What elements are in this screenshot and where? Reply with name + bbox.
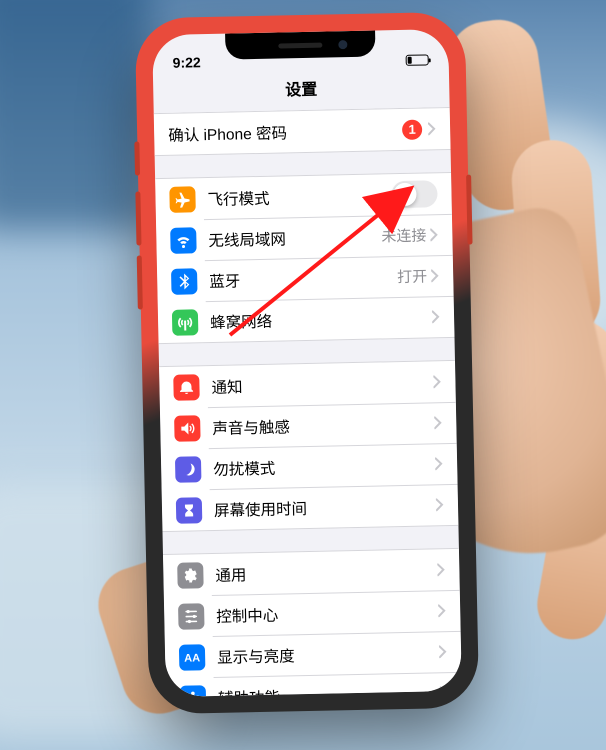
chevron-right-icon: [436, 496, 444, 514]
chevron-right-icon: [432, 308, 440, 326]
chevron-right-icon: [434, 414, 442, 432]
notch: [225, 31, 376, 60]
chevron-right-icon: [431, 267, 439, 285]
row-dnd[interactable]: 勿扰模式: [161, 443, 458, 490]
row-sounds[interactable]: 声音与触感: [160, 402, 457, 449]
row-notifications[interactable]: 通知: [159, 361, 456, 408]
label-display: 显示与亮度: [217, 641, 439, 668]
label-sounds: 声音与触感: [212, 412, 434, 439]
bell-icon: [173, 374, 200, 401]
value-bluetooth: 打开: [397, 265, 427, 287]
row-screentime[interactable]: 屏幕使用时间: [162, 484, 459, 531]
label-airplane: 飞行模式: [207, 184, 391, 210]
label-general: 通用: [215, 559, 437, 586]
label-bluetooth: 蓝牙: [209, 266, 397, 292]
chevron-right-icon: [428, 120, 436, 138]
badge-passcode: 1: [402, 119, 422, 139]
chevron-right-icon: [430, 226, 438, 244]
gear-icon: [177, 562, 204, 589]
airplane-switch[interactable]: [391, 180, 438, 208]
row-cellular[interactable]: 蜂窝网络: [158, 296, 455, 343]
chevron-right-icon: [433, 373, 441, 391]
row-display[interactable]: AA 显示与亮度: [165, 631, 462, 678]
label-wifi: 无线局域网: [208, 225, 381, 251]
sliders-icon: [178, 603, 205, 630]
chevron-right-icon: [438, 602, 446, 620]
moon-icon: [175, 456, 202, 483]
row-confirm-passcode[interactable]: 确认 iPhone 密码 1: [154, 108, 451, 155]
bluetooth-icon: [171, 268, 198, 295]
screen: 9:22 设置 确认 iPhone 密码 1: [152, 29, 462, 697]
row-control-center[interactable]: 控制中心: [164, 590, 461, 637]
hourglass-icon: [176, 497, 203, 524]
label-dnd: 勿扰模式: [213, 453, 435, 480]
chevron-right-icon: [437, 561, 445, 579]
label-confirm-passcode: 确认 iPhone 密码: [168, 118, 402, 145]
value-wifi: 未连接: [381, 224, 426, 246]
airplane-icon: [169, 186, 196, 213]
row-airplane-mode[interactable]: 飞行模式: [155, 173, 452, 220]
label-screentime: 屏幕使用时间: [214, 494, 436, 521]
row-bluetooth[interactable]: 蓝牙 打开: [157, 255, 454, 302]
speaker-icon: [174, 415, 201, 442]
page-title: 设置: [153, 67, 450, 113]
row-wifi[interactable]: 无线局域网 未连接: [156, 214, 453, 261]
status-time: 9:22: [173, 54, 201, 71]
iphone-frame: 9:22 设置 确认 iPhone 密码 1: [138, 15, 476, 712]
accessibility-icon: [180, 685, 207, 697]
label-notifications: 通知: [211, 371, 433, 398]
row-general[interactable]: 通用: [163, 549, 460, 596]
label-accessibility: 辅助功能: [218, 682, 440, 697]
antenna-icon: [172, 309, 199, 336]
label-cellular: 蜂窝网络: [210, 306, 432, 333]
svg-text:AA: AA: [184, 652, 200, 664]
battery-icon: [406, 54, 429, 65]
label-control: 控制中心: [216, 600, 438, 627]
chevron-right-icon: [440, 684, 448, 697]
text-size-icon: AA: [179, 644, 206, 671]
wifi-icon: [170, 227, 197, 254]
chevron-right-icon: [439, 643, 447, 661]
chevron-right-icon: [435, 455, 443, 473]
